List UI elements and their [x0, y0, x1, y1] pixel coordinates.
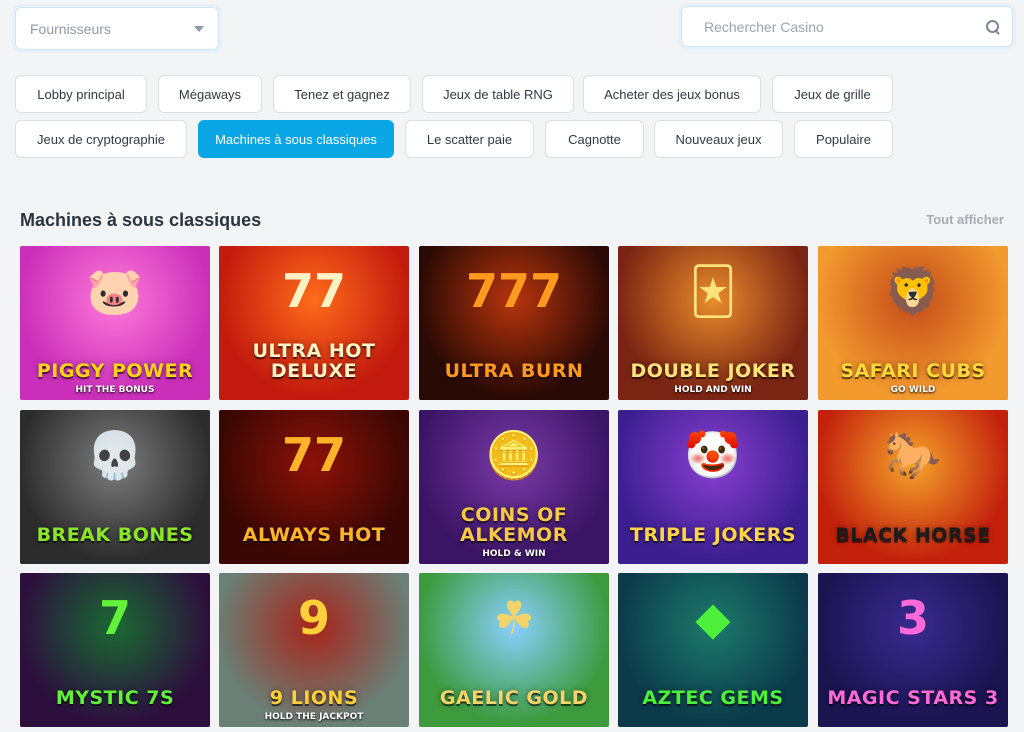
- game-artwork-icon: 🐎: [884, 428, 942, 482]
- game-title: Gaelic Gold: [439, 687, 589, 710]
- category-chip-jeux-de-table-rng[interactable]: Jeux de table RNG: [422, 75, 574, 113]
- game-subtitle: Go Wild: [890, 385, 936, 395]
- game-title: Ultra Hot Deluxe: [252, 340, 376, 383]
- category-chip-le-scatter-paie[interactable]: Le scatter paie: [405, 120, 534, 158]
- category-chip-lobby-principal[interactable]: Lobby principal: [15, 75, 147, 113]
- game-subtitle: Hold the Jackpot: [264, 712, 364, 722]
- game-tile[interactable]: 🐎 Black Horse: [818, 410, 1008, 564]
- game-artwork-icon: 💀: [86, 428, 144, 482]
- game-title: Mystic 7s: [55, 687, 175, 710]
- game-tile[interactable]: 9 9 Lions Hold the Jackpot: [219, 573, 409, 727]
- game-artwork-icon: ☘: [493, 591, 535, 645]
- game-artwork-icon: 77: [281, 428, 347, 482]
- game-tile[interactable]: ◆ Aztec Gems: [618, 573, 808, 727]
- search-box[interactable]: [681, 6, 1013, 47]
- game-title: Triple Jokers: [629, 524, 797, 547]
- game-artwork-icon: 3: [896, 591, 930, 645]
- category-chip-megaways[interactable]: Mégaways: [158, 75, 262, 113]
- section-title: Machines à sous classiques: [20, 210, 262, 230]
- provider-select-label: Fournisseurs: [30, 20, 111, 37]
- category-chip-nouveaux-jeux[interactable]: Nouveaux jeux: [654, 120, 783, 158]
- game-artwork-icon: 🤡: [684, 428, 742, 482]
- game-title: Magic Stars 3: [827, 687, 999, 710]
- game-tile[interactable]: 🐷 Piggy Power Hit the Bonus: [20, 246, 210, 400]
- game-tile[interactable]: 777 Ultra Burn: [419, 246, 609, 400]
- game-tile[interactable]: 77 Ultra Hot Deluxe: [219, 246, 409, 400]
- provider-select[interactable]: Fournisseurs: [15, 7, 219, 50]
- category-chip-populaire[interactable]: Populaire: [794, 120, 893, 158]
- game-artwork-icon: 777: [465, 264, 563, 318]
- game-tile[interactable]: 🃏 Double Joker Hold and Win: [618, 246, 808, 400]
- game-subtitle: Hold & Win: [482, 549, 546, 559]
- game-artwork-icon: 7: [98, 591, 132, 645]
- game-tile[interactable]: 🦁 Safari Cubs Go Wild: [818, 246, 1008, 400]
- game-artwork-icon: 🪙: [485, 428, 543, 482]
- category-chip-machines-a-sous-classiques[interactable]: Machines à sous classiques: [198, 120, 394, 158]
- game-tile[interactable]: 77 Always Hot: [219, 410, 409, 564]
- game-artwork-icon: 9: [297, 591, 331, 645]
- category-chip-tenez-et-gagnez[interactable]: Tenez et gagnez: [273, 75, 411, 113]
- game-tile[interactable]: ☘ Gaelic Gold: [419, 573, 609, 727]
- search-input[interactable]: [704, 18, 986, 35]
- chevron-down-icon: [194, 25, 204, 32]
- game-subtitle: Hold and Win: [674, 385, 752, 395]
- game-title: Black Horse: [835, 524, 991, 547]
- game-artwork-icon: 🐷: [86, 264, 144, 318]
- game-title: Safari Cubs: [840, 360, 986, 383]
- game-title: Break Bones: [36, 524, 194, 547]
- game-tile[interactable]: 💀 Break Bones: [20, 410, 210, 564]
- game-tile[interactable]: 🤡 Triple Jokers: [618, 410, 808, 564]
- game-title: Aztec Gems: [642, 687, 784, 710]
- game-subtitle: Hit the Bonus: [75, 385, 155, 395]
- game-tile[interactable]: 7 Mystic 7s: [20, 573, 210, 727]
- category-chip-jeux-de-grille[interactable]: Jeux de grille: [772, 75, 893, 113]
- game-title: 9 Lions: [269, 687, 359, 710]
- game-artwork-icon: ◆: [695, 591, 731, 645]
- category-chip-acheter-des-jeux-bonus[interactable]: Acheter des jeux bonus: [583, 75, 761, 113]
- view-all-link[interactable]: Tout afficher: [926, 212, 1004, 227]
- game-artwork-icon: 🃏: [689, 264, 737, 318]
- game-tile[interactable]: 3 Magic Stars 3: [818, 573, 1008, 727]
- game-artwork-icon: 77: [281, 264, 347, 318]
- game-title: Ultra Burn: [444, 360, 584, 383]
- game-tile[interactable]: 🪙 Coins of Alkemor Hold & Win: [419, 410, 609, 564]
- category-chip-cagnotte[interactable]: Cagnotte: [545, 120, 644, 158]
- game-artwork-icon: 🦁: [884, 264, 942, 318]
- game-title: Always Hot: [242, 524, 386, 547]
- search-icon[interactable]: [986, 19, 1000, 34]
- game-title: Piggy Power: [36, 360, 194, 383]
- category-chip-jeux-de-cryptographie[interactable]: Jeux de cryptographie: [15, 120, 187, 158]
- game-title: Coins of Alkemor: [460, 504, 568, 547]
- game-title: Double Joker: [630, 360, 796, 383]
